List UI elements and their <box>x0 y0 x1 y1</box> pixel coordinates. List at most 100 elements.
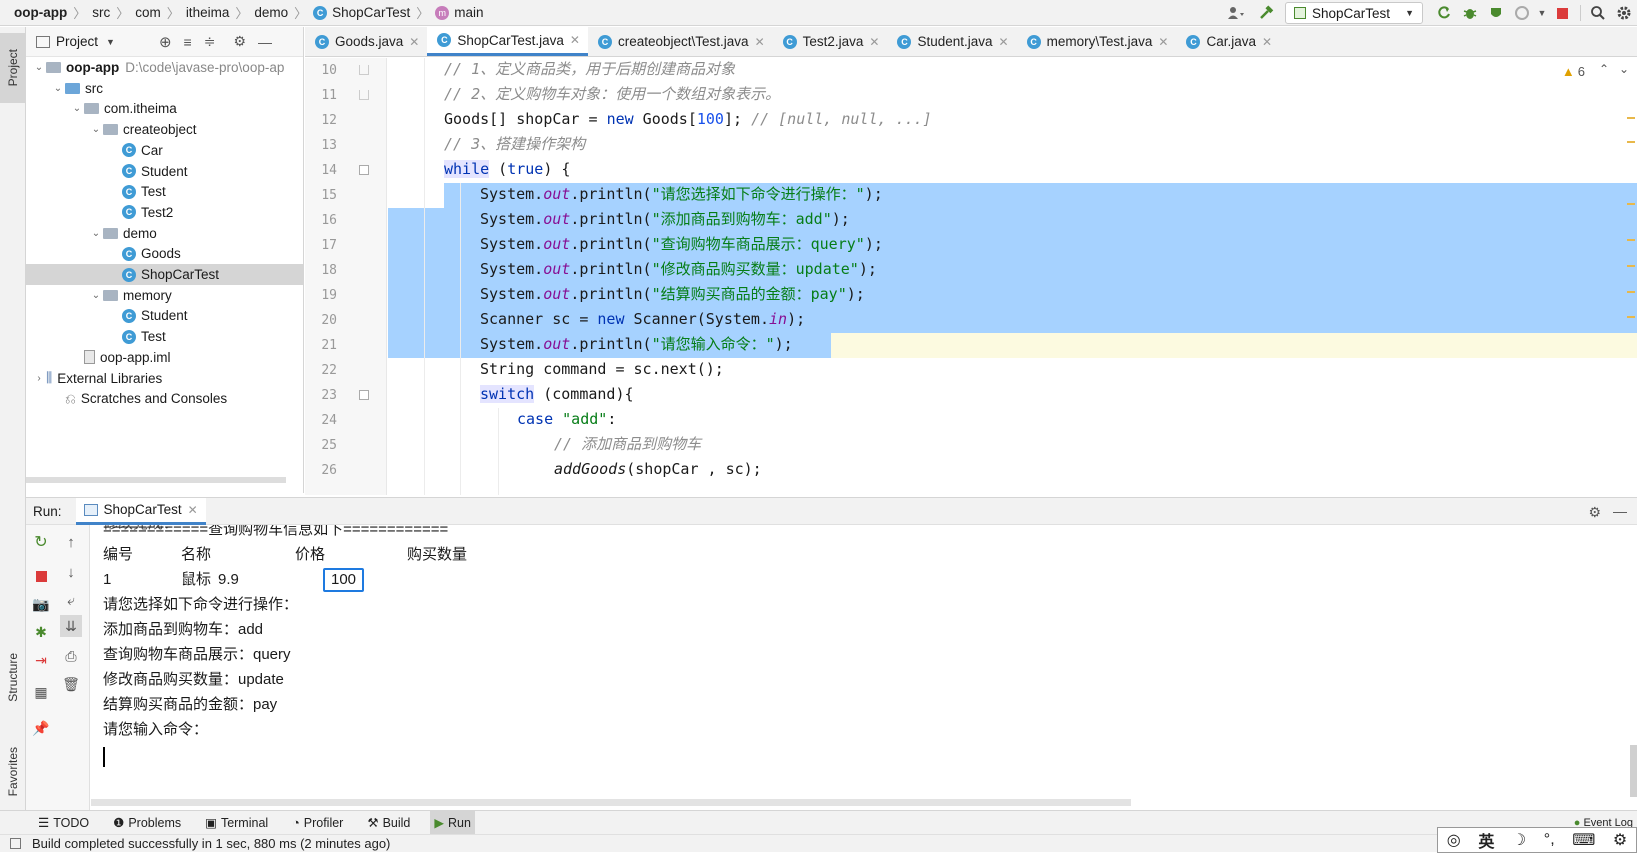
vertical-scrollbar[interactable] <box>1630 745 1637 797</box>
code-editor[interactable]: // 1、定义商品类，用于后期创建商品对象 // 2、定义购物车对象：使用一个数组… <box>388 58 1637 495</box>
build-hammer-icon[interactable] <box>1253 0 1279 26</box>
profile-icon[interactable] <box>1509 0 1535 26</box>
print-icon[interactable]: ⎙ <box>60 645 82 667</box>
editor-tab[interactable]: C Car.java ✕ <box>1176 27 1280 56</box>
minimize-icon[interactable]: — <box>1613 503 1627 519</box>
tree-item[interactable]: ⌄ src <box>26 78 304 99</box>
todo-tool-button[interactable]: ☰ TODO <box>34 811 93 835</box>
structure-tool-tab[interactable]: Structure <box>0 637 26 717</box>
chevron-down-icon[interactable]: ▼ <box>106 37 115 47</box>
search-icon[interactable] <box>1585 0 1611 26</box>
scroll-down-icon[interactable]: ↓ <box>60 561 82 583</box>
ime-logo-icon[interactable]: ◎ <box>1447 830 1461 850</box>
trash-icon[interactable]: 🗑 <box>60 673 82 695</box>
close-icon[interactable]: ✕ <box>188 503 198 517</box>
tree-item[interactable]: C Goods <box>26 243 304 264</box>
pin-icon[interactable]: 📌 <box>30 717 52 739</box>
locate-icon[interactable]: ⊕ <box>159 33 172 51</box>
breadcrumb-com[interactable]: com <box>135 5 161 20</box>
tree-item[interactable]: ⌄ demo <box>26 223 304 244</box>
warning-indicator[interactable]: ▲ 6 <box>1562 64 1585 79</box>
previous-highlight-icon[interactable]: ⌃ <box>1599 62 1609 76</box>
run-tool-button[interactable]: ▶ Run <box>430 810 475 835</box>
camera-icon[interactable]: 📷 <box>30 593 52 615</box>
project-panel-title[interactable]: Project <box>56 34 98 49</box>
editor-tab[interactable]: Ccreateobject\Test.java ✕ <box>588 27 773 56</box>
stop-icon[interactable] <box>30 565 52 587</box>
horizontal-scrollbar[interactable] <box>91 799 1131 806</box>
chevron-right-icon[interactable]: › <box>32 373 46 384</box>
horizontal-scrollbar[interactable] <box>26 477 286 483</box>
rerun-icon[interactable]: ↻ <box>30 531 52 553</box>
editor-tab[interactable]: C Test2.java ✕ <box>773 27 888 56</box>
breadcrumb-method[interactable]: m main <box>435 5 483 20</box>
punctuation-icon[interactable]: °, <box>1544 831 1555 849</box>
chevron-down-icon[interactable]: ⌄ <box>32 62 46 73</box>
breadcrumb-class[interactable]: C ShopCarTest <box>313 5 410 20</box>
close-icon[interactable]: ✕ <box>1262 35 1272 49</box>
tree-item[interactable]: › ⫼ External Libraries <box>26 368 304 389</box>
tree-item[interactable]: C Student <box>26 161 304 182</box>
tree-item[interactable]: ⎌ Scratches and Consoles <box>26 388 304 409</box>
breadcrumb-itheima[interactable]: itheima <box>186 5 230 20</box>
user-icon[interactable] <box>1219 0 1253 26</box>
minimize-icon[interactable]: — <box>258 34 272 50</box>
close-icon[interactable]: ✕ <box>755 35 765 49</box>
coverage-icon[interactable] <box>1483 0 1509 26</box>
gear-icon[interactable]: ⚙ <box>1588 504 1601 521</box>
tree-item[interactable]: ⌄ com.itheima <box>26 98 304 119</box>
chevron-down-icon[interactable]: ⌄ <box>70 103 84 114</box>
scroll-to-end-icon[interactable]: ⇊ <box>60 615 82 637</box>
layout-icon[interactable]: ▦ <box>30 681 52 703</box>
tree-item[interactable]: ⌄ oop-app D:\code\javase-pro\oop-ap <box>26 57 304 78</box>
ime-language[interactable]: 英 <box>1478 828 1494 852</box>
rerun-icon[interactable] <box>1431 0 1457 26</box>
tree-item[interactable]: C Test <box>26 181 304 202</box>
close-icon[interactable]: ✕ <box>570 33 580 47</box>
tree-item[interactable]: oop-app.iml <box>26 347 304 368</box>
close-icon[interactable]: ✕ <box>869 35 879 49</box>
chevron-down-icon[interactable]: ⌄ <box>89 290 103 301</box>
problems-tool-button[interactable]: ❶ Problems <box>109 811 185 835</box>
chevron-down-icon[interactable]: ⌄ <box>89 228 103 239</box>
build-tool-button[interactable]: ⚒ Build <box>363 811 414 835</box>
chevron-down-icon[interactable]: ▼ <box>1535 0 1549 26</box>
terminal-tool-button[interactable]: ▣ Terminal <box>201 811 272 835</box>
chevron-down-icon[interactable]: ⌄ <box>51 83 65 94</box>
tree-item[interactable]: C Test2 <box>26 202 304 223</box>
moon-icon[interactable]: ☽ <box>1512 830 1526 850</box>
scroll-up-icon[interactable]: ↑ <box>60 531 82 553</box>
run-configuration-dropdown[interactable]: ShopCarTest ▼ <box>1285 2 1423 24</box>
debug-icon[interactable] <box>1457 0 1483 26</box>
next-highlight-icon[interactable]: ⌄ <box>1619 62 1629 76</box>
expand-all-icon[interactable]: ≡ <box>184 34 192 50</box>
close-icon[interactable]: ✕ <box>409 35 419 49</box>
keyboard-icon[interactable]: ⌨ <box>1572 830 1595 850</box>
stop-icon[interactable] <box>1549 0 1575 26</box>
tree-item[interactable]: ⌄ memory <box>26 285 304 306</box>
project-tool-tab[interactable]: Project <box>0 33 26 103</box>
breadcrumb-src[interactable]: src <box>92 5 110 20</box>
editor-tab[interactable]: C ShopCarTest.java ✕ <box>427 27 588 56</box>
close-icon[interactable]: ✕ <box>999 35 1009 49</box>
fold-icon[interactable] <box>359 390 369 400</box>
status-checkbox-icon[interactable] <box>10 838 21 849</box>
gear-icon[interactable]: ⚙ <box>1613 830 1627 850</box>
console-output[interactable]: 修改完成！ ============查询购物车信息如下============ … <box>91 525 1637 810</box>
fold-icon[interactable] <box>359 165 369 175</box>
tree-item[interactable]: C Student <box>26 305 304 326</box>
editor-tab[interactable]: Cmemory\Test.java ✕ <box>1017 27 1177 56</box>
close-icon[interactable]: ✕ <box>1158 35 1168 49</box>
tree-item[interactable]: C ShopCarTest <box>26 264 304 285</box>
gear-icon[interactable] <box>1611 0 1637 26</box>
fold-marker[interactable] <box>359 65 369 75</box>
run-tab[interactable]: ShopCarTest ✕ <box>75 497 206 525</box>
editor-tab[interactable]: C Student.java ✕ <box>887 27 1016 56</box>
editor-tab[interactable]: C Goods.java ✕ <box>305 27 427 56</box>
profiler-tool-button[interactable]: ◔ Profiler <box>288 811 347 835</box>
breadcrumb-demo[interactable]: demo <box>254 5 288 20</box>
favorites-tool-tab[interactable]: Favorites <box>0 727 26 817</box>
exit-icon[interactable]: ⇥ <box>30 649 52 671</box>
tree-item[interactable]: C Test <box>26 326 304 347</box>
soft-wrap-icon[interactable]: ⤶ <box>60 589 82 611</box>
